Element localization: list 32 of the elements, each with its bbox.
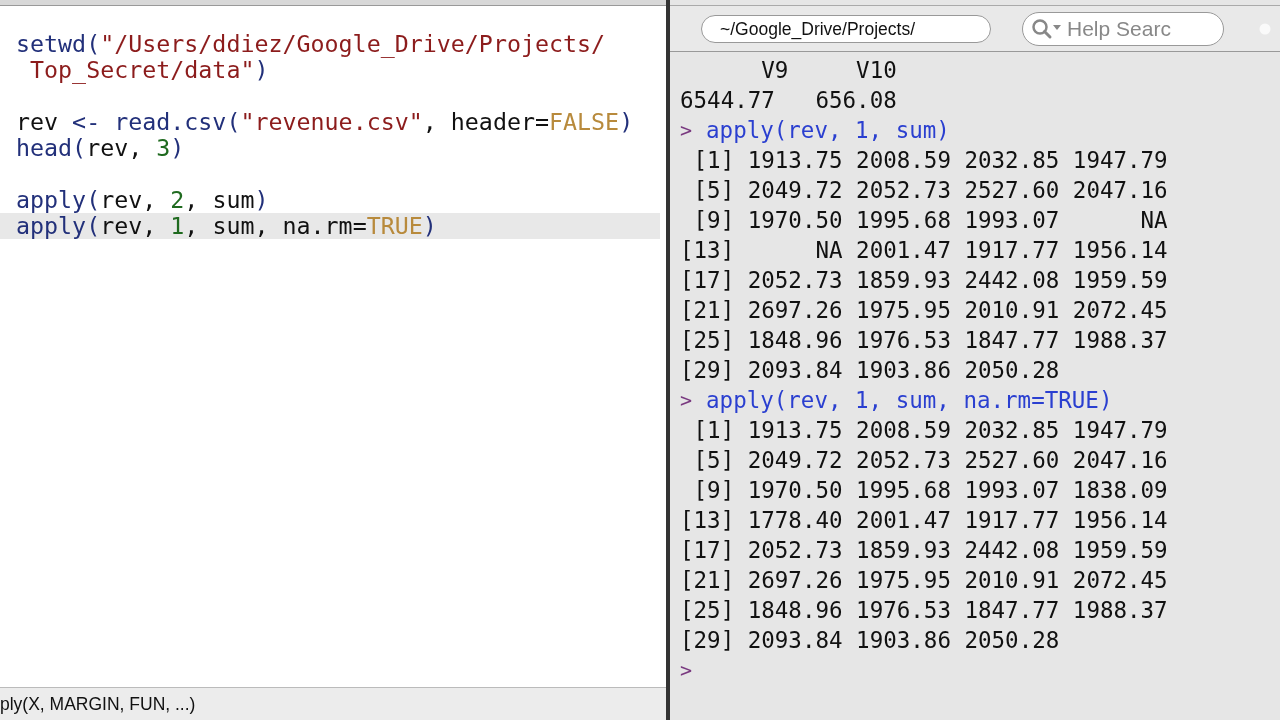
console-output-line: [9] 1970.50 1995.68 1993.07 NA	[692, 206, 1169, 235]
console-output-line: [5] 2049.72 2052.73 2527.60 2047.16	[692, 176, 1169, 205]
console-output-line: V9 V10	[760, 56, 898, 85]
editor-pane[interactable]: setwd("/Users/ddiez/Google_Drive/Projects/ Top_Secret/data") rev <- read.csv("revenue.csv", header=FALSE) head(rev, 3) apply(rev, 2, sum) apply(rev, 1, sum, na.rm=TRUE)	[0, 5, 666, 688]
console-output-line: [13] NA 2001.47 1917.77 1956.14	[680, 236, 1169, 265]
console-output-line: [1] 1913.75 2008.59 2032.85 1947.79	[692, 146, 1169, 175]
code-line: Top_Secret/data")	[29, 57, 269, 83]
console-output-line: [29] 2093.84 1903.86 2050.28	[680, 356, 1061, 385]
console-output-line: [17] 2052.73 1859.93 2442.08 1959.59	[680, 266, 1169, 295]
console-output-line: [5] 2049.72 2052.73 2527.60 2047.16	[692, 446, 1169, 475]
console-output-line: [1] 1913.75 2008.59 2032.85 1947.79	[692, 416, 1169, 445]
prompt-symbol: >	[680, 387, 693, 414]
console-output-line: [21] 2697.26 1975.95 2010.91 2072.45	[680, 296, 1169, 325]
console-output-line: [9] 1970.50 1995.68 1993.07 1838.09	[692, 476, 1169, 505]
prompt-symbol: >	[680, 117, 693, 144]
function-signature: ply(X, MARGIN, FUN, ...)	[0, 693, 196, 715]
help-search-field[interactable]: Help Searc	[1022, 11, 1224, 46]
console-output-line: [21] 2697.26 1975.95 2010.91 2072.45	[680, 566, 1169, 595]
console-output-line: [29] 2093.84 1903.86 2050.28	[680, 626, 1061, 655]
console-output-line: [25] 1848.96 1976.53 1847.77 1988.37	[680, 596, 1169, 625]
prompt-symbol: >	[680, 657, 693, 684]
code-line: setwd("/Users/ddiez/Google_Drive/Projects/	[15, 31, 607, 57]
working-directory-field[interactable]: ~/Google_Drive/Projects/	[701, 14, 991, 43]
console-command: apply(rev, 1, sum, na.rm=TRUE)	[706, 386, 1113, 415]
code-line: rev <- read.csv("revenue.csv", header=FALSE)	[15, 109, 635, 135]
console-output-line: 6544.77 656.08	[680, 86, 898, 115]
code-line: head(rev, 3)	[15, 135, 186, 161]
console-output-line: [25] 1848.96 1976.53 1847.77 1988.37	[680, 326, 1169, 355]
code-line: apply(rev, 2, sum)	[15, 187, 270, 213]
console-output-line: [13] 1778.40 2001.47 1917.77 1956.14	[680, 506, 1169, 535]
console-output-line: [17] 2052.73 1859.93 2442.08 1959.59	[680, 536, 1169, 565]
console-command: apply(rev, 1, sum)	[706, 116, 950, 145]
